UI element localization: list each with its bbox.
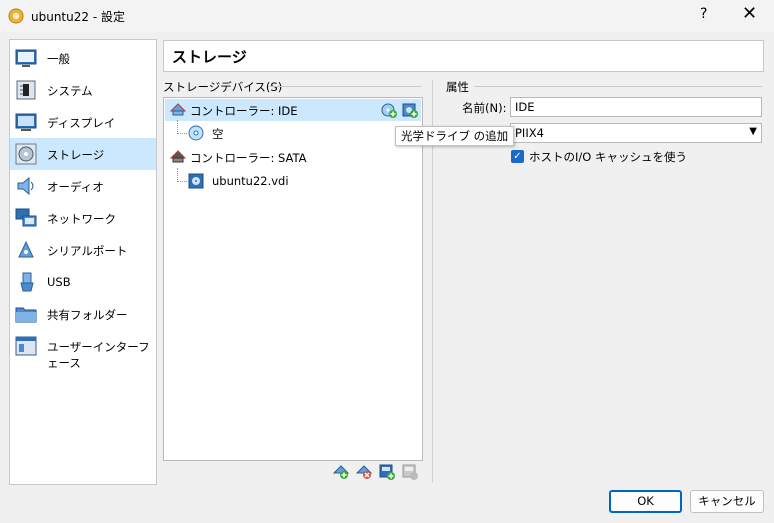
sidebar-item-system[interactable]: システム: [10, 74, 156, 106]
usb-icon: [20, 272, 34, 292]
sidebar-item-label: シリアルポート: [47, 244, 128, 258]
optical-disc-icon: [188, 125, 204, 141]
sidebar-item-user-interface[interactable]: ユーザーインターフェース: [10, 330, 156, 370]
tree-item-ide-controller[interactable]: コントローラー: IDE: [165, 99, 421, 121]
sidebar-item-label: ディスプレイ: [47, 116, 116, 130]
title-bar: ubuntu22 - 設定 ? ✕: [0, 0, 774, 32]
remove-controller-icon[interactable]: [356, 464, 372, 480]
virtualbox-app-icon: [8, 8, 24, 24]
chevron-down-icon: ▼: [749, 126, 757, 137]
name-input[interactable]: IDE: [510, 97, 762, 117]
controller-icon: [170, 150, 186, 163]
name-field-label: 名前(N):: [462, 101, 507, 115]
controller-icon: [170, 103, 186, 116]
sidebar-item-label: ネットワーク: [47, 212, 116, 226]
display-icon: [15, 113, 37, 131]
host-io-cache-checkbox[interactable]: ✓: [511, 150, 524, 163]
page-title: ストレージ: [172, 48, 247, 66]
help-button[interactable]: ?: [700, 6, 707, 22]
name-value: IDE: [515, 100, 535, 114]
tree-item-label: 空: [212, 127, 224, 141]
add-controller-icon[interactable]: [333, 464, 349, 480]
tree-item-label: コントローラー: IDE: [190, 104, 298, 118]
page-title-box: ストレージ: [163, 40, 764, 72]
group-divider: [268, 86, 421, 87]
ok-button[interactable]: OK: [609, 490, 682, 513]
serial-port-icon: [18, 240, 34, 258]
tree-connector: [177, 133, 187, 135]
controller-type-value: PIIX4: [515, 126, 544, 140]
tree-item-empty-optical[interactable]: 空: [165, 120, 421, 144]
sidebar-item-storage[interactable]: ストレージ: [10, 138, 156, 170]
shared-folder-icon: [15, 307, 37, 323]
sidebar-item-shared-folder[interactable]: 共有フォルダー: [10, 298, 156, 330]
add-hard-disk-icon[interactable]: [402, 102, 418, 118]
sidebar-item-display[interactable]: ディスプレイ: [10, 106, 156, 138]
storage-icon: [15, 143, 37, 165]
group-divider: [474, 86, 762, 87]
cancel-button[interactable]: キャンセル: [690, 490, 764, 513]
sidebar-item-label: オーディオ: [47, 180, 104, 194]
audio-icon: [17, 176, 34, 196]
sidebar-item-serial-port[interactable]: シリアルポート: [10, 234, 156, 266]
tooltip-text: 光学ドライブ の追加: [401, 129, 509, 143]
hard-disk-icon: [188, 173, 204, 189]
sidebar-item-label: ストレージ: [47, 148, 105, 162]
sidebar-item-label: 共有フォルダー: [47, 308, 128, 322]
host-io-cache-label[interactable]: ホストのI/O キャッシュを使う: [529, 149, 687, 165]
sidebar-item-label: ユーザーインターフェース: [47, 340, 150, 370]
tree-connector: [177, 168, 179, 182]
close-button[interactable]: ✕: [742, 3, 757, 24]
add-attachment-icon[interactable]: [379, 464, 395, 480]
sidebar-item-usb[interactable]: USB: [10, 266, 156, 298]
sidebar-item-label: システム: [47, 84, 93, 98]
attributes-label: 属性: [446, 80, 469, 94]
general-icon: [15, 49, 37, 67]
window-title: ubuntu22 - 設定: [31, 10, 125, 24]
add-optical-drive-icon[interactable]: [381, 102, 397, 118]
tree-connector: [177, 181, 187, 183]
settings-sidebar: 一般 システム ディスプレイ ストレージ オーディオ ネットワーク シリアルポー…: [9, 39, 157, 485]
tree-item-sata-controller[interactable]: コントローラー: SATA: [165, 146, 421, 168]
system-icon: [16, 80, 36, 100]
remove-attachment-icon[interactable]: [402, 464, 418, 480]
controller-type-select[interactable]: PIIX4 ▼: [510, 123, 762, 143]
sidebar-item-label: 一般: [47, 52, 70, 66]
sidebar-item-label: USB: [47, 275, 71, 289]
tree-item-label: コントローラー: SATA: [190, 151, 307, 165]
network-icon: [15, 208, 37, 227]
tree-item-label: ubuntu22.vdi: [212, 174, 289, 188]
storage-devices-label: ストレージデバイス(S): [163, 80, 283, 94]
sidebar-item-network[interactable]: ネットワーク: [10, 202, 156, 234]
add-optical-drive-tooltip: 光学ドライブ の追加: [395, 126, 515, 146]
tree-item-hard-disk[interactable]: ubuntu22.vdi: [165, 168, 421, 192]
user-interface-icon: [15, 336, 37, 356]
sidebar-item-general[interactable]: 一般: [10, 42, 156, 74]
storage-tree[interactable]: コントローラー: IDE 空 コントローラー: SATA ubuntu22.vd…: [163, 97, 423, 461]
sidebar-item-audio[interactable]: オーディオ: [10, 170, 156, 202]
tree-connector: [177, 120, 179, 134]
